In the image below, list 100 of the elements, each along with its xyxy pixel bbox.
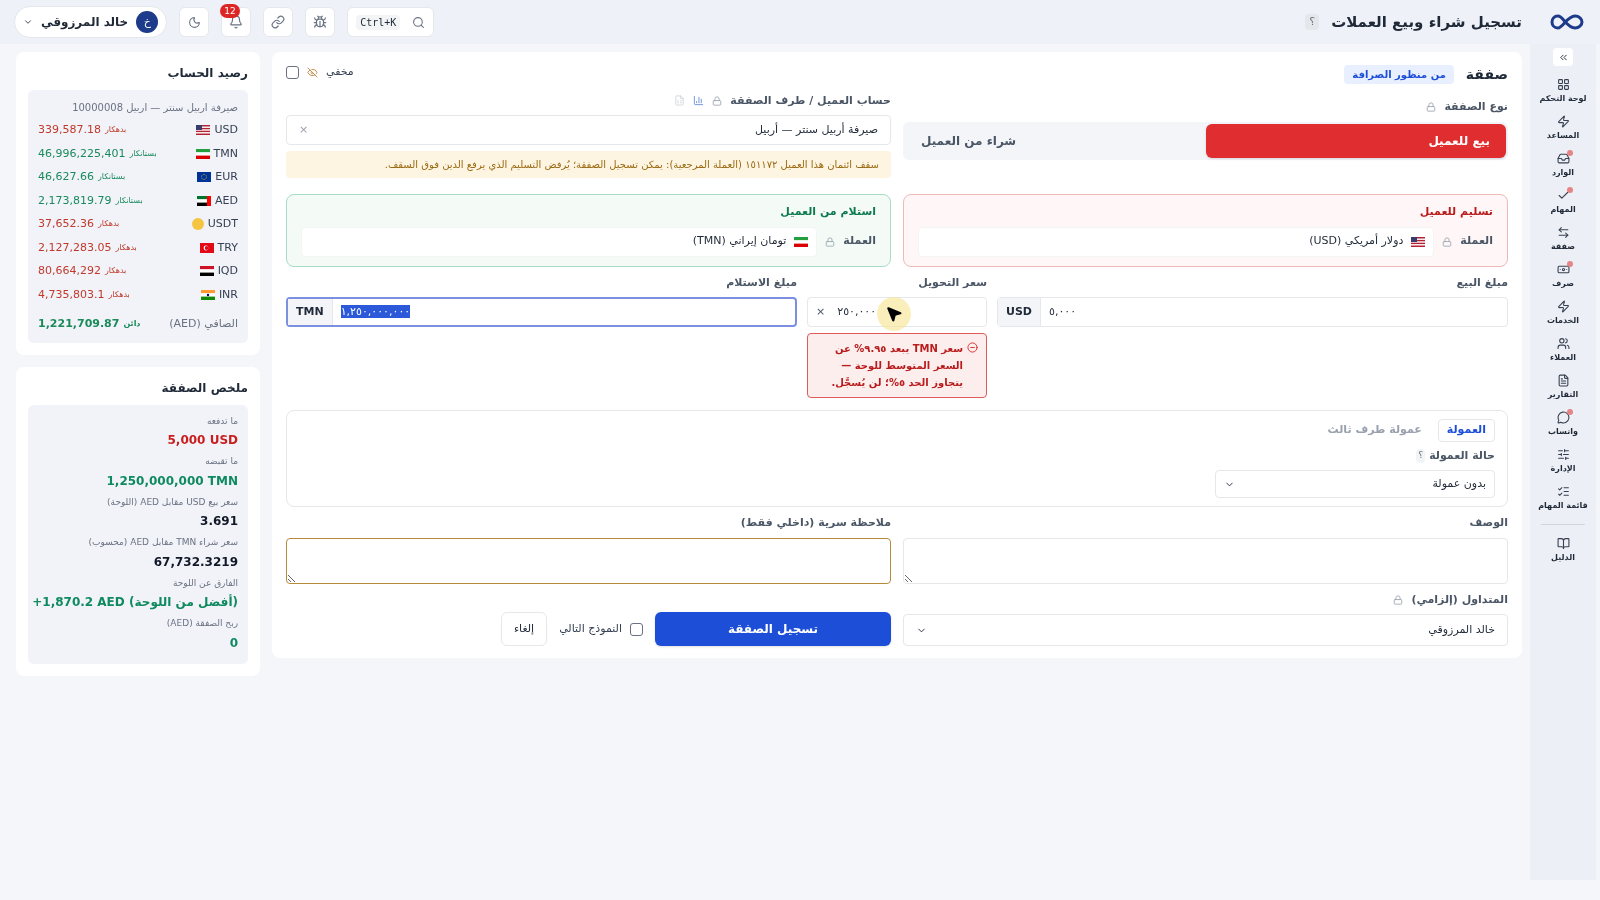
search-button[interactable]: Ctrl+K bbox=[347, 7, 435, 37]
flag-icon bbox=[794, 236, 809, 247]
flag-icon bbox=[195, 148, 210, 159]
nav-item[interactable]: الخدمات bbox=[1533, 298, 1593, 329]
balance-status: بدهكار bbox=[115, 241, 137, 254]
currency-code: IQD bbox=[217, 263, 238, 279]
collapse-button[interactable] bbox=[1553, 48, 1573, 66]
link-button[interactable] bbox=[263, 7, 294, 37]
notifications-button[interactable]: 12 bbox=[221, 7, 252, 37]
nav-item[interactable]: المهام bbox=[1533, 187, 1593, 218]
checkbox[interactable] bbox=[286, 65, 299, 79]
summary-label: الفارق عن اللوحة bbox=[171, 576, 238, 590]
currency-select[interactable]: تومان إيراني (TMN) bbox=[301, 226, 818, 257]
link-icon bbox=[271, 15, 286, 29]
field-label: مبلغ الاستلام bbox=[725, 274, 797, 291]
nav-item[interactable]: صفقة bbox=[1533, 224, 1593, 255]
currency-code: USD bbox=[214, 122, 238, 138]
nav-item[interactable]: لوحة التحكم bbox=[1533, 76, 1593, 107]
nav-icon bbox=[1556, 374, 1570, 387]
help-icon[interactable]: ؟ bbox=[1416, 449, 1426, 463]
nav-item[interactable]: الوارد bbox=[1533, 150, 1593, 181]
lock-icon bbox=[712, 95, 723, 106]
trader-select[interactable]: خالد المرزوقي bbox=[903, 614, 1508, 646]
flag-icon bbox=[199, 242, 214, 253]
nav-icon bbox=[1556, 78, 1570, 91]
perspective-badge: من منظور الصرافة bbox=[1344, 65, 1454, 84]
mouse-cursor bbox=[877, 296, 911, 331]
deal-type-tab[interactable]: بيع للعميل bbox=[1205, 123, 1506, 158]
cancel-button[interactable]: إلغاء bbox=[500, 612, 548, 646]
field-label: حساب العميل / طرف الصفقة bbox=[730, 92, 891, 109]
description-field[interactable] bbox=[903, 537, 1508, 584]
flag-icon bbox=[196, 125, 211, 136]
balance-status: بدهكار bbox=[105, 265, 127, 278]
balance-status: بستانكار bbox=[98, 171, 126, 184]
nav-item[interactable]: العملاء bbox=[1533, 335, 1593, 366]
checkbox[interactable] bbox=[630, 622, 643, 636]
page-title: تسجيل شراء وبيع العملات bbox=[1331, 11, 1522, 33]
account-name: صيرفة اربيل سنتر — اربيل 10000008 bbox=[71, 101, 238, 115]
summary-value: 1,250,000,000 TMN bbox=[106, 472, 238, 490]
field-label: مبلغ البيع bbox=[1455, 274, 1508, 291]
summary-label: ربح الصفقة (AED) bbox=[165, 617, 238, 630]
nav-item[interactable]: الدليل bbox=[1533, 535, 1593, 566]
lock-icon bbox=[825, 236, 836, 247]
nav-icon bbox=[1556, 485, 1570, 498]
user-menu[interactable]: خ خالد المرزوقي bbox=[14, 6, 168, 38]
nav-icon bbox=[1556, 115, 1570, 128]
nav-item[interactable]: واتساب bbox=[1533, 409, 1593, 440]
commission-tab[interactable]: العمولة bbox=[1437, 419, 1495, 442]
user-avatar: خ bbox=[136, 11, 159, 33]
currency-code: USD bbox=[998, 298, 1041, 326]
balance-status: بدهكار bbox=[98, 218, 120, 231]
help-icon[interactable]: ؟ bbox=[1305, 13, 1320, 31]
sheet-icon bbox=[674, 95, 686, 107]
nav-icon bbox=[1556, 411, 1570, 424]
flag-icon bbox=[199, 266, 214, 277]
commission-select[interactable]: بدون عمولة bbox=[1215, 470, 1495, 498]
nav-icon bbox=[1556, 226, 1570, 239]
lock-icon bbox=[1393, 594, 1404, 605]
currency-code: TRY bbox=[217, 239, 238, 256]
balance-status: بدهكار bbox=[108, 288, 130, 301]
moon-icon bbox=[187, 15, 201, 29]
clear-icon[interactable]: × bbox=[816, 303, 826, 321]
hidden-icon bbox=[307, 66, 318, 78]
search-icon bbox=[412, 15, 426, 29]
lock-icon bbox=[1442, 236, 1453, 247]
logo-icon[interactable] bbox=[1550, 13, 1584, 31]
nav-item[interactable]: صرف bbox=[1533, 261, 1593, 292]
panel-title: استلام من العميل bbox=[779, 204, 876, 220]
nav-item[interactable]: قائمة المهام bbox=[1533, 483, 1593, 514]
currency-code: TMN bbox=[213, 145, 238, 162]
rate-field[interactable]: × ٢٥٠,٠٠٠ bbox=[807, 297, 987, 327]
nav-icon bbox=[1556, 300, 1570, 313]
summary-value: +1,870.2 AED (أفضل من اللوحة) bbox=[32, 593, 238, 611]
balance-amount: 46,996,225,401 bbox=[38, 145, 126, 162]
selected-amount: ١,٢٥٠,٠٠٠,٠٠٠ bbox=[340, 304, 411, 318]
debug-button[interactable] bbox=[305, 7, 336, 37]
field-label: العملة bbox=[843, 233, 876, 250]
field-label: الوصف bbox=[1468, 515, 1508, 531]
flag-icon bbox=[197, 172, 212, 183]
field-label: العملة bbox=[1460, 233, 1493, 250]
nav-item[interactable]: المساعد bbox=[1533, 113, 1593, 144]
secret-note-field[interactable] bbox=[286, 537, 891, 584]
nav-item[interactable]: الإدارة bbox=[1533, 446, 1593, 477]
summary-label: ما تقبضه bbox=[204, 455, 238, 468]
error-icon bbox=[967, 342, 978, 353]
currency-select[interactable]: دولار أمريكي (USD) bbox=[918, 226, 1435, 257]
nav-item[interactable]: التقارير bbox=[1533, 372, 1593, 403]
field-label: حالة العمولة bbox=[1429, 447, 1495, 464]
deal-type-tab[interactable]: شراء من العميل bbox=[905, 123, 1206, 158]
nav-icon bbox=[1556, 537, 1570, 550]
card-title: رصيد الحساب bbox=[166, 65, 248, 82]
credit-warning: سقف ائتمان هذا العميل ١٥١١٧٢ (العملة المرجعية): يمكن تسجيل الصفقة؛ يُرفض التسليم الذي يرفع الدين فوق السقف. bbox=[286, 151, 891, 178]
net-label: الصافي (AED) bbox=[169, 316, 238, 332]
summary-label: سعر شراء TMN مقابل AED (محسوب) bbox=[87, 536, 238, 549]
theme-button[interactable] bbox=[179, 7, 210, 37]
account-field[interactable]: صيرفة أربيل سنتر — أربيل × bbox=[286, 115, 891, 145]
save-button[interactable]: تسجيل الصفقة bbox=[655, 612, 891, 646]
currency-code: AED bbox=[215, 192, 238, 209]
currency-code: INR bbox=[218, 286, 238, 303]
caret-icon bbox=[23, 17, 33, 27]
